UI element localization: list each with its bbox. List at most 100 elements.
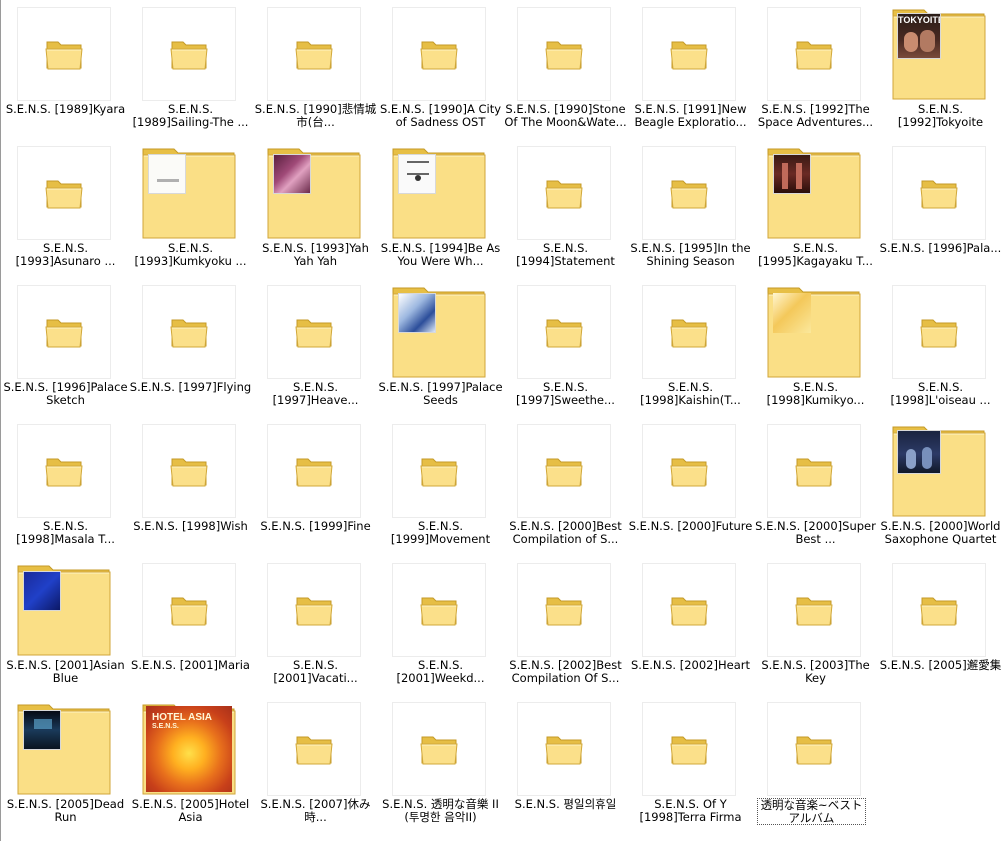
- folder-thumbnail[interactable]: [17, 7, 111, 101]
- folder-item[interactable]: S.E.N.S. [2000]World Saxophone Quartet: [878, 417, 1001, 556]
- folder-item[interactable]: S.E.N.S. [1990]悲情城市(台...: [253, 0, 378, 139]
- folder-thumbnail[interactable]: [142, 7, 236, 101]
- folder-item[interactable]: S.E.N.S. [1998]Kaishin(T...: [628, 278, 753, 417]
- folder-thumbnail[interactable]: TOKYOITE: [892, 7, 986, 101]
- folder-item[interactable]: S.E.N.S. [2001]Weekd...: [378, 556, 503, 695]
- folder-item[interactable]: S.E.N.S. [1993]Yah Yah Yah: [253, 139, 378, 278]
- folder-item[interactable]: S.E.N.S. [1994]Statement: [503, 139, 628, 278]
- folder-item[interactable]: S.E.N.S. [1998]Kumikyo...: [753, 278, 878, 417]
- folder-thumbnail[interactable]: [517, 702, 611, 796]
- folder-thumbnail[interactable]: [517, 285, 611, 379]
- folder-thumbnail[interactable]: [517, 424, 611, 518]
- folder-item[interactable]: S.E.N.S. 평일의휴일: [503, 695, 628, 834]
- folder-thumbnail[interactable]: [517, 7, 611, 101]
- folder-thumbnail[interactable]: [767, 563, 861, 657]
- folder-thumbnail[interactable]: [392, 7, 486, 101]
- folder-thumbnail[interactable]: [142, 563, 236, 657]
- folder-thumbnail[interactable]: [892, 285, 986, 379]
- folder-item[interactable]: S.E.N.S. [1989]Kyara: [3, 0, 128, 139]
- folder-item[interactable]: S.E.N.S. [1997]Flying: [128, 278, 253, 417]
- folder-item[interactable]: S.E.N.S. [2000]Best Compilation of S...: [503, 417, 628, 556]
- folder-thumbnail[interactable]: [142, 424, 236, 518]
- folder-thumbnail[interactable]: [642, 146, 736, 240]
- folder-item[interactable]: S.E.N.S. [2002]Heart: [628, 556, 753, 695]
- folder-item[interactable]: 透明な音楽~ベストアルバム: [753, 695, 878, 834]
- folder-thumbnail[interactable]: [142, 285, 236, 379]
- folder-thumbnail[interactable]: [392, 563, 486, 657]
- folder-icon: [420, 458, 458, 487]
- folder-thumbnail[interactable]: [17, 424, 111, 518]
- folder-item[interactable]: S.E.N.S. [1991]New Beagle Exploratio...: [628, 0, 753, 139]
- folder-thumbnail[interactable]: [17, 702, 111, 796]
- folder-thumbnail[interactable]: [517, 563, 611, 657]
- folder-thumbnail[interactable]: [392, 146, 486, 240]
- folder-item[interactable]: HOTEL ASIA S.E.N.S. S.E.N.S. [2005]Hotel A…: [128, 695, 253, 834]
- folder-item[interactable]: S.E.N.S. [1990]Stone Of The Moon&Wate...: [503, 0, 628, 139]
- folder-icon: [545, 180, 583, 209]
- folder-thumbnail[interactable]: [267, 424, 361, 518]
- folder-item[interactable]: S.E.N.S. [2001]Maria: [128, 556, 253, 695]
- folder-thumbnail[interactable]: [267, 7, 361, 101]
- folder-icon: [795, 597, 833, 626]
- folder-item[interactable]: S.E.N.S. [1999]Movement: [378, 417, 503, 556]
- folder-thumbnail[interactable]: [642, 702, 736, 796]
- folder-thumbnail[interactable]: [267, 702, 361, 796]
- folder-item[interactable]: S.E.N.S. [2000]Future: [628, 417, 753, 556]
- folder-thumbnail[interactable]: [767, 7, 861, 101]
- folder-thumbnail[interactable]: [892, 563, 986, 657]
- folder-item[interactable]: S.E.N.S. [1996]Palace Sketch: [3, 278, 128, 417]
- folder-thumbnail[interactable]: [517, 146, 611, 240]
- folder-name-label: S.E.N.S. [1990]悲情城市(台...: [254, 102, 377, 129]
- folder-thumbnail[interactable]: [267, 563, 361, 657]
- folder-item[interactable]: S.E.N.S. [1997]Sweethe...: [503, 278, 628, 417]
- folder-item[interactable]: S.E.N.S. [1998]Wish: [128, 417, 253, 556]
- folder-item[interactable]: S.E.N.S. [2000]Super Best ...: [753, 417, 878, 556]
- folder-item[interactable]: S.E.N.S. [1990]A City of Sadness OST: [378, 0, 503, 139]
- folder-item[interactable]: S.E.N.S. [1996]Pala...: [878, 139, 1001, 278]
- folder-thumbnail[interactable]: [892, 146, 986, 240]
- folder-item[interactable]: S.E.N.S. [1993]Asunaro ...: [3, 139, 128, 278]
- folder-thumbnail[interactable]: [17, 146, 111, 240]
- folder-thumbnail[interactable]: [767, 146, 861, 240]
- album-cover-image: [23, 710, 61, 750]
- folder-thumbnail[interactable]: [392, 285, 486, 379]
- folder-thumbnail[interactable]: [642, 285, 736, 379]
- folder-item[interactable]: S.E.N.S. [1997]Palace Seeds: [378, 278, 503, 417]
- folder-item[interactable]: S.E.N.S. [1995]In the Shining Season: [628, 139, 753, 278]
- folder-item[interactable]: S.E.N.S. [1993]Kumkyoku ...: [128, 139, 253, 278]
- folder-item[interactable]: S.E.N.S. 透明な音樂 II (투명한 음악II): [378, 695, 503, 834]
- folder-item[interactable]: S.E.N.S. Of Y [1998]Terra Firma: [628, 695, 753, 834]
- folder-thumbnail[interactable]: [392, 702, 486, 796]
- folder-item[interactable]: S.E.N.S. [2007]休み時...: [253, 695, 378, 834]
- folder-thumbnail[interactable]: [642, 424, 736, 518]
- folder-item[interactable]: S.E.N.S. [2003]The Key: [753, 556, 878, 695]
- folder-icon: [545, 736, 583, 765]
- folder-thumbnail[interactable]: [17, 285, 111, 379]
- folder-thumbnail[interactable]: [767, 285, 861, 379]
- folder-item[interactable]: TOKYOITE S.E.N.S. [1992]Tokyoite: [878, 0, 1001, 139]
- folder-item[interactable]: S.E.N.S. [1999]Fine: [253, 417, 378, 556]
- folder-item[interactable]: S.E.N.S. [1997]Heave...: [253, 278, 378, 417]
- folder-thumbnail[interactable]: [267, 146, 361, 240]
- folder-thumbnail[interactable]: HOTEL ASIA S.E.N.S.: [142, 702, 236, 796]
- folder-thumbnail[interactable]: [142, 146, 236, 240]
- folder-item[interactable]: S.E.N.S. [2001]Asian Blue: [3, 556, 128, 695]
- folder-item[interactable]: S.E.N.S. [1992]The Space Adventures...: [753, 0, 878, 139]
- folder-thumbnail[interactable]: [17, 563, 111, 657]
- folder-thumbnail[interactable]: [767, 702, 861, 796]
- folder-thumbnail[interactable]: [892, 424, 986, 518]
- folder-item[interactable]: S.E.N.S. [2005]邂愛集: [878, 556, 1001, 695]
- folder-item[interactable]: S.E.N.S. [1998]Masala T...: [3, 417, 128, 556]
- folder-item[interactable]: S.E.N.S. [1994]Be As You Were Wh...: [378, 139, 503, 278]
- folder-item[interactable]: S.E.N.S. [2005]Dead Run: [3, 695, 128, 834]
- folder-thumbnail[interactable]: [392, 424, 486, 518]
- folder-thumbnail[interactable]: [642, 563, 736, 657]
- folder-item[interactable]: S.E.N.S. [1998]L'oiseau ...: [878, 278, 1001, 417]
- folder-item[interactable]: S.E.N.S. [1989]Sailing-The ...: [128, 0, 253, 139]
- folder-item[interactable]: S.E.N.S. [1995]Kagayaku T...: [753, 139, 878, 278]
- folder-thumbnail[interactable]: [267, 285, 361, 379]
- folder-item[interactable]: S.E.N.S. [2002]Best Compilation Of S...: [503, 556, 628, 695]
- folder-thumbnail[interactable]: [767, 424, 861, 518]
- folder-item[interactable]: S.E.N.S. [2001]Vacati...: [253, 556, 378, 695]
- folder-thumbnail[interactable]: [642, 7, 736, 101]
